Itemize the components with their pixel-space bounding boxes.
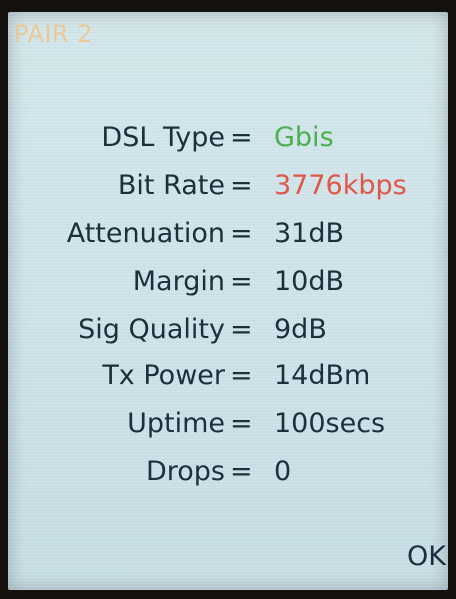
stat-row-uptime: Uptime = 100secs bbox=[8, 404, 448, 444]
lcd-screen: PAIR 2 DSL Type = Gbis Bit Rate = 3776kb… bbox=[8, 12, 448, 590]
stat-label: DSL Type bbox=[101, 122, 225, 153]
stat-label: Uptime bbox=[127, 408, 225, 439]
stat-equals: = bbox=[230, 360, 253, 391]
stat-row-bit-rate: Bit Rate = 3776kbps bbox=[8, 166, 448, 206]
stat-value: 10dB bbox=[274, 266, 345, 297]
stat-label: Margin bbox=[132, 266, 225, 297]
stat-label: Drops bbox=[145, 456, 225, 487]
stat-row-tx-power: Tx Power = 14dBm bbox=[8, 356, 448, 396]
stat-row-drops: Drops = 0 bbox=[8, 452, 448, 492]
stat-equals: = bbox=[230, 170, 253, 201]
stat-equals: = bbox=[230, 266, 253, 297]
stat-value: 0 bbox=[274, 456, 292, 487]
stat-value: 31dB bbox=[274, 218, 345, 249]
stat-row-dsl-type: DSL Type = Gbis bbox=[8, 118, 448, 158]
stat-value: 14dBm bbox=[274, 360, 371, 391]
stat-value: 100secs bbox=[274, 408, 386, 439]
stat-label: Attenuation bbox=[66, 218, 225, 249]
stat-value: 3776kbps bbox=[274, 170, 407, 201]
stat-equals: = bbox=[230, 314, 253, 345]
stat-row-sig-quality: Sig Quality = 9dB bbox=[8, 310, 448, 350]
stat-value: Gbis bbox=[274, 122, 334, 153]
stat-value: 9dB bbox=[274, 314, 327, 345]
stat-equals: = bbox=[230, 408, 253, 439]
device-frame: PAIR 2 DSL Type = Gbis Bit Rate = 3776kb… bbox=[0, 0, 456, 599]
stat-row-attenuation: Attenuation = 31dB bbox=[8, 214, 448, 254]
ok-button[interactable]: OK bbox=[407, 541, 446, 572]
stat-equals: = bbox=[230, 456, 253, 487]
stat-label: Tx Power bbox=[102, 360, 225, 391]
screen-title: PAIR 2 bbox=[14, 20, 94, 48]
stat-equals: = bbox=[230, 122, 253, 153]
stat-label: Sig Quality bbox=[78, 314, 225, 345]
stat-row-margin: Margin = 10dB bbox=[8, 262, 448, 302]
stat-equals: = bbox=[230, 218, 253, 249]
stat-label: Bit Rate bbox=[117, 170, 225, 201]
